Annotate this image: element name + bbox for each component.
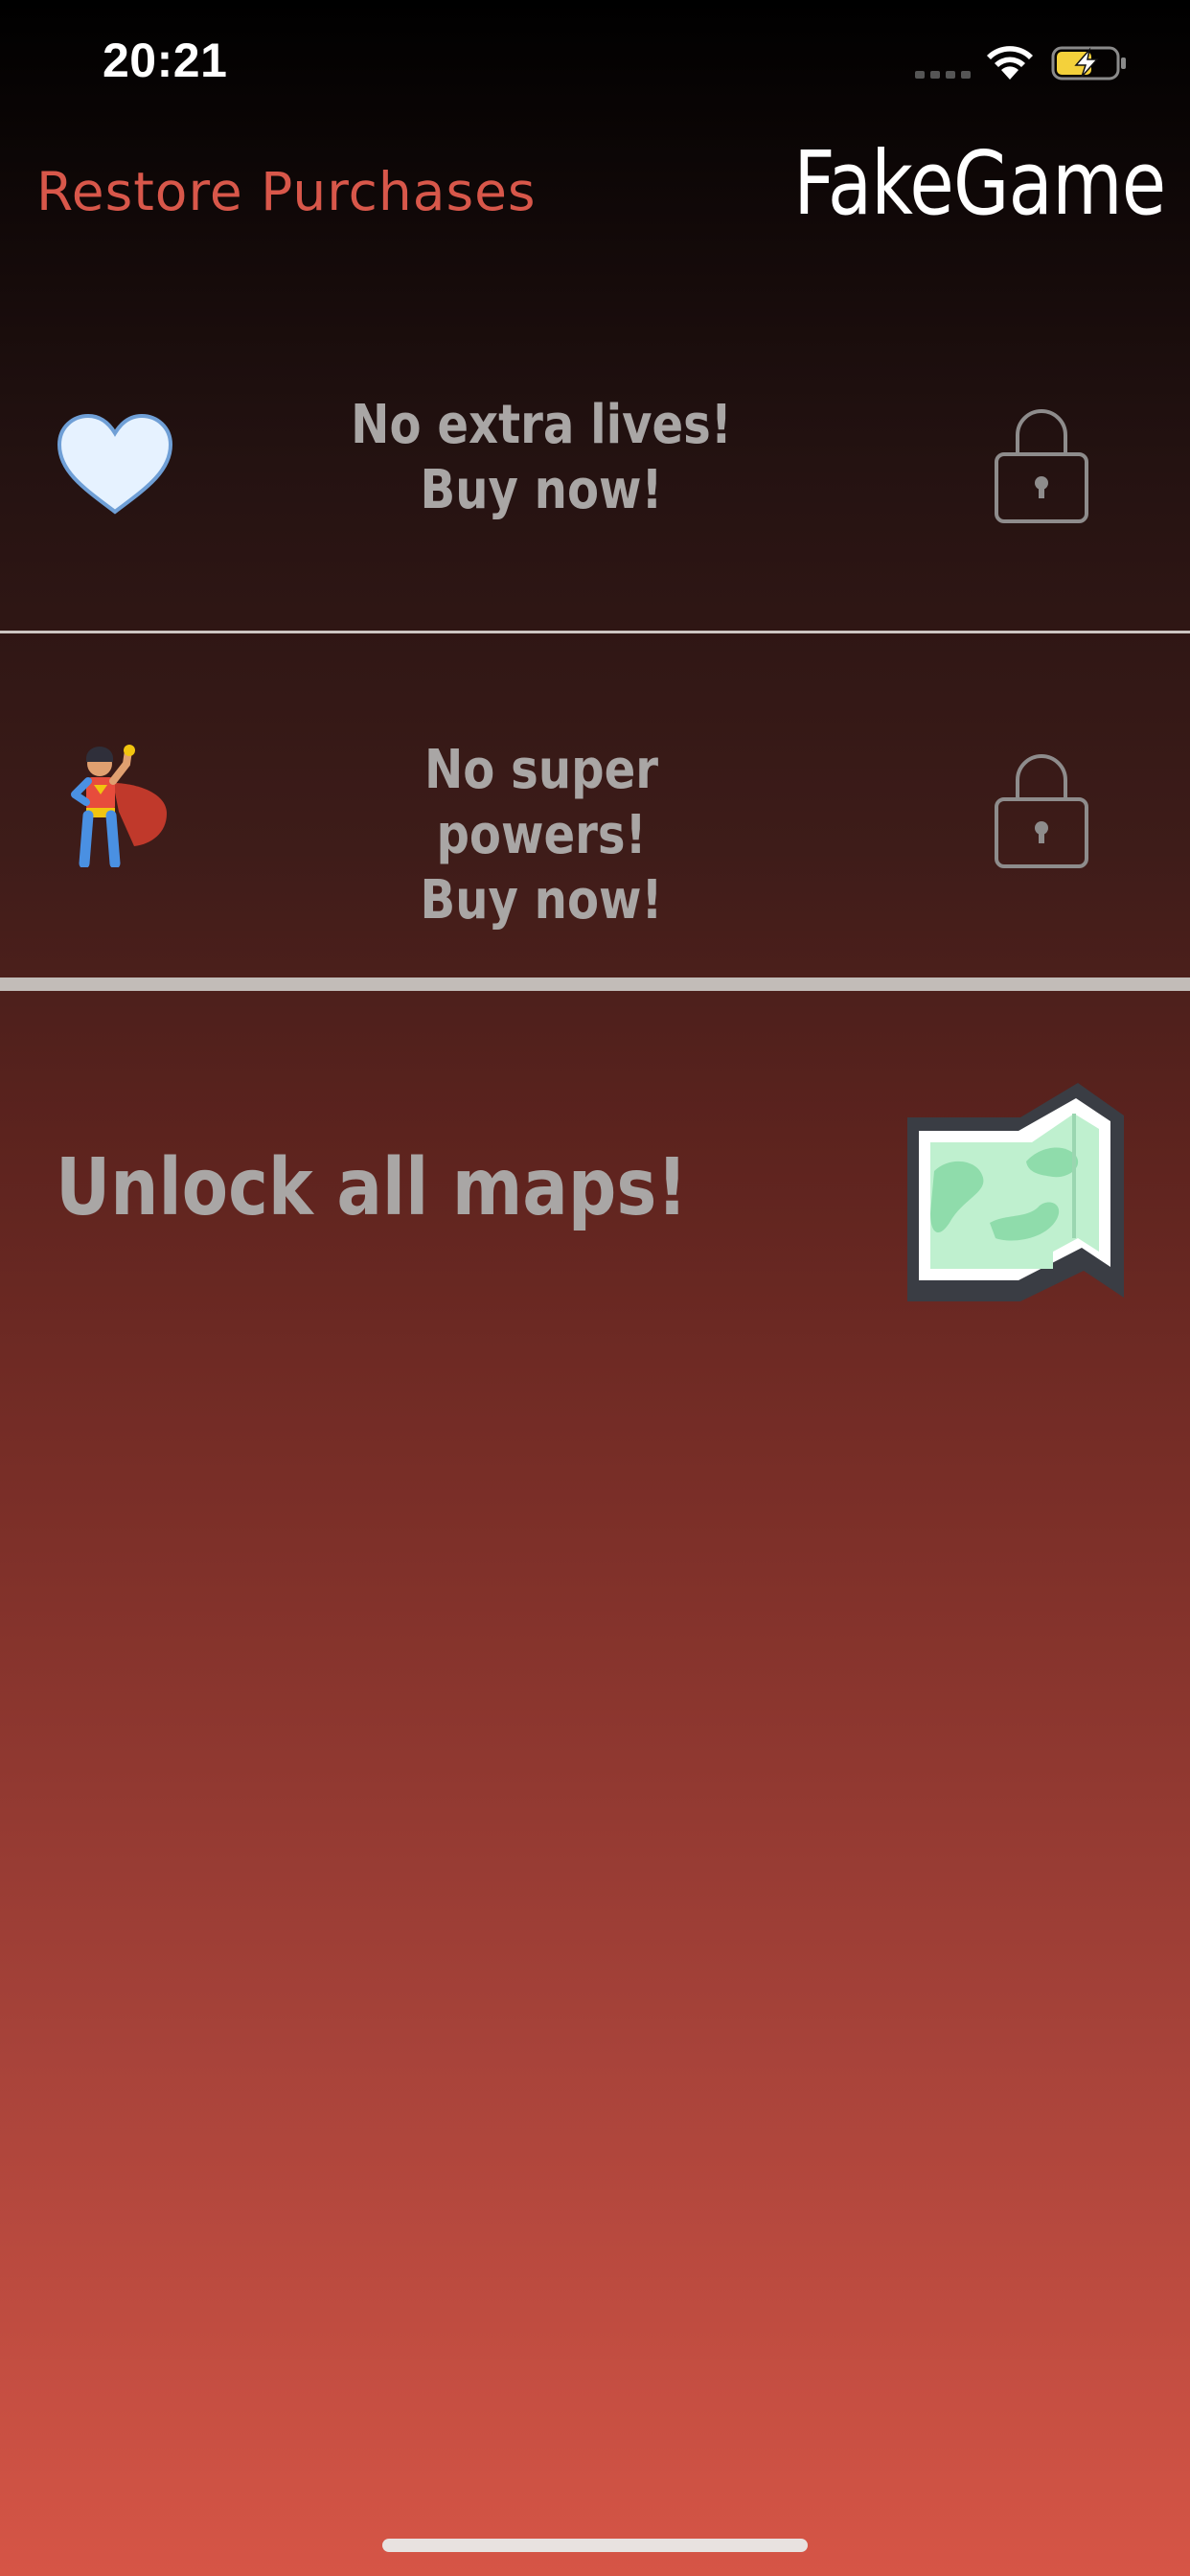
store-item-line1: No extra lives! — [351, 394, 732, 456]
status-time: 20:21 — [103, 34, 228, 87]
battery-charging-icon — [1051, 46, 1126, 80]
status-bar: 20:21 — [0, 0, 1190, 126]
cellular-signal-icon — [915, 71, 971, 79]
map-icon — [907, 1083, 1124, 1301]
lock-icon[interactable] — [989, 746, 1094, 870]
store-item-extra-lives[interactable]: No extra lives! Buy now! — [0, 288, 1190, 632]
wifi-icon — [987, 46, 1033, 80]
store-item-line2: Buy now! — [420, 869, 663, 932]
heart-icon — [57, 413, 173, 515]
store-item-line2: Buy now! — [420, 459, 663, 521]
restore-purchases-button[interactable]: Restore Purchases — [36, 161, 537, 222]
app-title: FakeGame — [792, 132, 1166, 235]
store-item-maps[interactable]: Unlock all maps! — [0, 991, 1190, 1413]
divider — [0, 631, 1190, 633]
store-item-text: No super powers! Buy now! — [323, 738, 760, 933]
store-item-line1: Unlock all maps! — [56, 1142, 688, 1233]
home-indicator[interactable] — [382, 2539, 808, 2552]
store-item-line1: No super powers! — [424, 739, 658, 866]
store-item-text: No extra lives! Buy now! — [323, 393, 760, 523]
store-item-super-powers[interactable]: No super powers! Buy now! — [0, 634, 1190, 978]
divider — [0, 978, 1190, 991]
lock-icon[interactable] — [989, 401, 1094, 525]
superhero-icon — [71, 745, 167, 867]
